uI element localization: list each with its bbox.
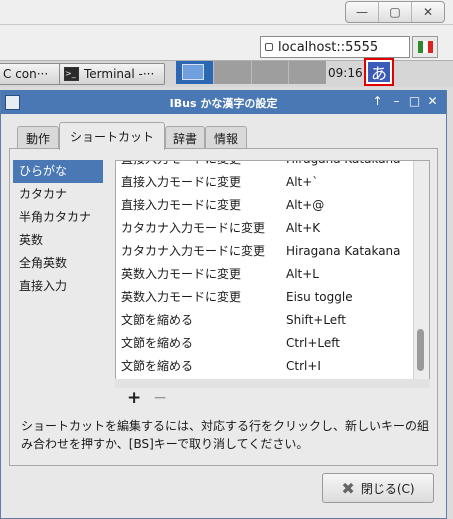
shortcut-list[interactable]: 直接入力モードに変更Hiragana Katakana 直接入力モードに変更Al… [115, 160, 430, 380]
shortcut-row[interactable]: 英数入力モードに変更 Eisu toggle [116, 286, 412, 309]
minimize-icon[interactable]: – [390, 94, 403, 109]
workspace-4[interactable] [289, 61, 326, 84]
maximize-icon[interactable]: □ [408, 94, 421, 109]
tab-behavior[interactable]: 動作 [17, 126, 59, 149]
remove-shortcut-button[interactable]: − [153, 388, 167, 408]
maximize-button[interactable]: ▢ [379, 2, 412, 22]
category-half-katakana[interactable]: 半角カタカナ [13, 206, 103, 229]
workspace-pager[interactable] [176, 61, 326, 84]
close-icon[interactable]: ✕ [426, 94, 439, 109]
dialog-titlebar: IBus かな漢字の設定 ↑ – □ ✕ [1, 90, 446, 114]
close-x-icon: ✖ [341, 478, 355, 498]
category-wide-alnum[interactable]: 全角英数 [13, 252, 103, 275]
hiragana-icon: あ [368, 62, 390, 83]
tab-info[interactable]: 情報 [205, 126, 247, 149]
flag-icon[interactable] [412, 36, 438, 58]
workspace-2[interactable] [213, 61, 252, 84]
ibus-settings-dialog: IBus かな漢字の設定 ↑ – □ ✕ 動作 ショートカット 辞書 情報 ひら… [0, 90, 447, 519]
shade-up-icon[interactable]: ↑ [371, 94, 384, 109]
task-label: C con··· [3, 67, 49, 81]
terminal-icon: >_ [64, 67, 79, 81]
scrollbar-thumb[interactable] [417, 329, 424, 371]
shortcut-row[interactable]: 直接入力モードに変更 Alt+` [116, 171, 412, 194]
shortcut-row[interactable]: 文節を縮める Ctrl+Left [116, 332, 412, 355]
tab-dictionary[interactable]: 辞書 [165, 126, 205, 149]
shortcut-row[interactable]: 英数入力モードに変更 Alt+L [116, 263, 412, 286]
window-controls: — ▢ ✕ [345, 1, 445, 23]
tab-shortcut[interactable]: ショートカット [59, 122, 165, 150]
address-value: localhost::5555 [278, 39, 379, 55]
shortcut-row[interactable]: 文節を縮める Ctrl+I [116, 355, 412, 378]
address-field[interactable]: localhost::5555 [260, 36, 410, 58]
shortcut-row[interactable]: 直接入力モードに変更 Alt+@ [116, 194, 412, 217]
category-direct[interactable]: 直接入力 [13, 275, 103, 298]
shortcut-row[interactable]: カタカナ入力モードに変更 Alt+K [116, 217, 412, 240]
category-hiragana[interactable]: ひらがな [13, 160, 103, 183]
category-alnum[interactable]: 英数 [13, 229, 103, 252]
shortcut-row[interactable]: カタカナ入力モードに変更 Hiragana Katakana [116, 240, 412, 263]
close-button[interactable]: ✖ 閉じる(C) [322, 473, 434, 503]
toolbar-divider [0, 24, 453, 25]
category-list: ひらがな カタカナ 半角カタカナ 英数 全角英数 直接入力 [13, 160, 103, 298]
taskbar-item-console[interactable]: C con··· [0, 63, 64, 85]
taskbar-item-terminal[interactable]: >_ Terminal -··· [59, 63, 165, 85]
tray-area [398, 63, 438, 83]
help-text: ショートカットを編集するには、対応する行をクリックし、新しいキーの組み合わせを押… [21, 419, 430, 451]
vertical-scrollbar[interactable] [413, 161, 429, 379]
task-label: Terminal -··· [84, 67, 155, 81]
add-shortcut-button[interactable]: + [127, 388, 141, 408]
clock: 09:16 [328, 66, 363, 80]
close-window-button[interactable]: ✕ [412, 2, 444, 22]
workspace-3[interactable] [251, 61, 290, 84]
category-katakana[interactable]: カタカナ [13, 183, 103, 206]
page-icon [265, 43, 273, 51]
horizontal-scrollbar[interactable] [115, 379, 430, 388]
close-button-label: 閉じる(C) [360, 481, 415, 496]
ime-indicator[interactable]: あ [364, 58, 394, 86]
shortcut-row[interactable]: 文節を縮める Shift+Left [116, 309, 412, 332]
shortcut-row[interactable]: 直接入力モードに変更Hiragana Katakana [116, 161, 412, 171]
workspace-1[interactable] [176, 61, 214, 84]
minimize-button[interactable]: — [346, 2, 379, 22]
